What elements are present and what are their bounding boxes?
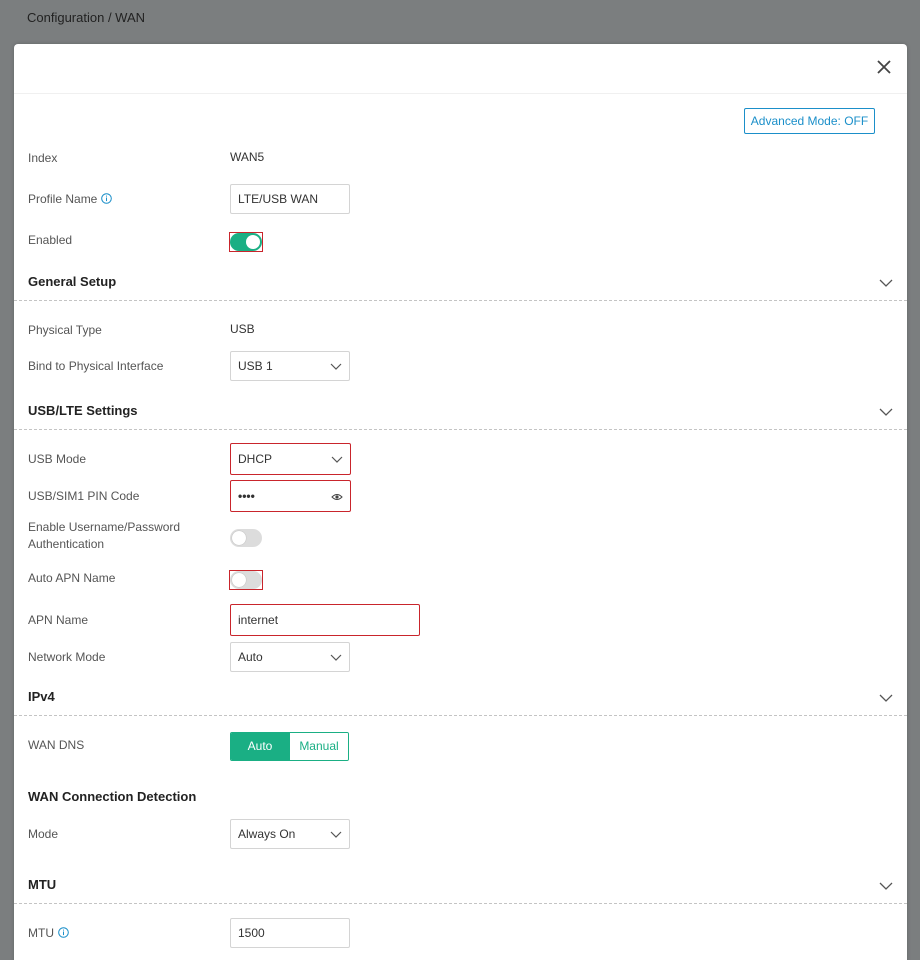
- mtu-label: MTU: [28, 926, 54, 940]
- network-mode-select[interactable]: Auto: [230, 642, 350, 672]
- wan-dns-label: WAN DNS: [28, 738, 85, 752]
- auth-toggle[interactable]: [230, 529, 262, 547]
- network-mode-label: Network Mode: [28, 650, 106, 664]
- index-value: WAN5: [230, 150, 265, 164]
- pin-code-value: ••••: [238, 489, 255, 503]
- section-divider: [14, 429, 907, 430]
- mtu-title: MTU: [28, 877, 57, 892]
- physical-type-value: USB: [230, 322, 255, 336]
- bind-interface-select[interactable]: USB 1: [230, 351, 350, 381]
- chevron-down-icon[interactable]: [879, 693, 893, 703]
- chevron-down-icon: [331, 454, 343, 464]
- section-divider: [14, 300, 907, 301]
- detection-mode-label: Mode: [28, 827, 59, 841]
- usb-mode-select[interactable]: DHCP: [230, 443, 351, 475]
- mtu-label-row: MTU: [28, 925, 69, 942]
- pin-code-input[interactable]: ••••: [230, 480, 351, 512]
- detection-mode-value: Always On: [238, 827, 296, 841]
- chevron-down-icon: [330, 652, 342, 662]
- section-divider: [14, 903, 907, 904]
- mtu-input[interactable]: 1500: [230, 918, 350, 948]
- info-icon[interactable]: [101, 193, 113, 204]
- profile-name-input[interactable]: LTE/USB WAN: [230, 184, 350, 214]
- detection-mode-select[interactable]: Always On: [230, 819, 350, 849]
- chevron-down-icon[interactable]: [879, 881, 893, 891]
- toggle-knob: [232, 531, 246, 545]
- usb-mode-value: DHCP: [238, 452, 273, 466]
- pin-code-label: USB/SIM1 PIN Code: [28, 489, 140, 503]
- info-icon[interactable]: [58, 927, 69, 938]
- profile-name-label-row: Profile Name: [28, 191, 113, 208]
- profile-name-label: Profile Name: [28, 192, 98, 206]
- chevron-down-icon: [330, 829, 342, 839]
- close-icon[interactable]: [875, 58, 893, 76]
- apn-name-input[interactable]: internet: [230, 604, 420, 636]
- bind-interface-value: USB 1: [238, 359, 273, 373]
- auto-apn-toggle[interactable]: [230, 571, 262, 589]
- index-label: Index: [28, 151, 58, 165]
- eye-icon[interactable]: [331, 492, 343, 502]
- wan-detection-title: WAN Connection Detection: [28, 789, 197, 804]
- physical-type-label: Physical Type: [28, 323, 102, 337]
- apn-name-label: APN Name: [28, 613, 89, 627]
- breadcrumb: Configuration / WAN: [27, 10, 146, 25]
- toggle-knob: [246, 235, 260, 249]
- chevron-down-icon[interactable]: [879, 278, 893, 288]
- dns-auto-option[interactable]: Auto: [231, 733, 289, 760]
- enabled-label: Enabled: [28, 233, 73, 247]
- modal-header: [14, 44, 907, 94]
- toggle-knob: [232, 573, 246, 587]
- chevron-down-icon: [330, 361, 342, 371]
- auth-label: Enable Username/Password Authentication: [28, 520, 181, 551]
- wan-edit-modal: Advanced Mode: OFF Index WAN5 Profile Na…: [14, 44, 907, 960]
- dns-manual-option[interactable]: Manual: [289, 733, 348, 760]
- advanced-mode-button[interactable]: Advanced Mode: OFF: [744, 108, 875, 134]
- auto-apn-label: Auto APN Name: [28, 571, 116, 585]
- section-divider: [14, 715, 907, 716]
- ipv4-title: IPv4: [28, 689, 55, 704]
- chevron-down-icon[interactable]: [879, 407, 893, 417]
- wan-dns-toggle-group: Auto Manual: [230, 732, 349, 761]
- general-setup-title: General Setup: [28, 274, 117, 289]
- network-mode-value: Auto: [238, 650, 263, 664]
- usb-lte-title: USB/LTE Settings: [28, 403, 138, 418]
- enabled-toggle[interactable]: [230, 233, 262, 251]
- usb-mode-label: USB Mode: [28, 452, 87, 466]
- bind-interface-label: Bind to Physical Interface: [28, 359, 164, 373]
